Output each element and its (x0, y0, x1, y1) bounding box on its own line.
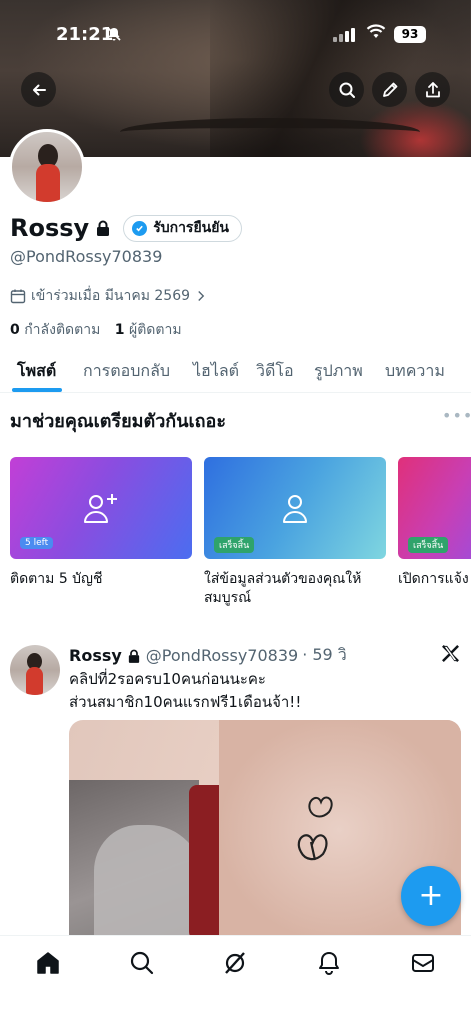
onboarding-title: มาช่วยคุณเตรียมตัวกันเถอะ (10, 411, 227, 432)
card-label-notifications: เปิดการแจ้ง (398, 571, 469, 587)
lock-icon (128, 649, 139, 663)
card-label-profile: ใส่ข้อมูลส่วนตัวของคุณให้สมบูรณ์ (204, 571, 362, 606)
nav-messages[interactable] (410, 950, 436, 976)
compose-plus-icon: + (418, 878, 444, 913)
lock-icon (97, 220, 110, 236)
onboarding-card-profile[interactable]: เสร็จสิ้น (204, 457, 386, 559)
share-button[interactable] (415, 72, 450, 107)
followers-link[interactable]: 1 ผู้ติดตาม (115, 322, 182, 338)
status-bar: 21:21 93 (0, 0, 471, 56)
battery-indicator: 93 (394, 26, 426, 43)
card-status-tag: 5 left (20, 537, 54, 549)
status-time: 21:21 (56, 24, 114, 45)
nav-grok[interactable] (222, 950, 248, 976)
nav-notifications[interactable] (316, 950, 342, 976)
profile-user-icon (283, 495, 307, 523)
search-button[interactable] (329, 72, 364, 107)
followers-label: ผู้ติดตาม (128, 322, 182, 338)
tweet-timestamp: · 59 วิ (302, 645, 347, 664)
x-logo-icon (442, 645, 459, 662)
following-count: 0 (10, 322, 20, 338)
active-tab-indicator (12, 388, 62, 392)
banner-image-detail (120, 118, 420, 146)
following-link[interactable]: 0 กำลังติดตาม (10, 322, 100, 338)
tab-articles[interactable]: บทความ (385, 359, 445, 384)
edit-button[interactable] (372, 72, 407, 107)
onboarding-card-follow[interactable]: 5 left (10, 457, 192, 559)
wifi-icon (366, 24, 386, 38)
nav-search[interactable] (129, 950, 155, 976)
tattoo-detail (297, 796, 333, 861)
pencil-icon (382, 82, 397, 97)
profile-tabs: โพสต์ การตอบกลับ ไฮไลต์ วิดีโอ รูปภาพ บท… (0, 355, 471, 393)
profile-avatar[interactable] (9, 129, 85, 205)
tab-highlights[interactable]: ไฮไลต์ (193, 359, 239, 384)
tweet-text-line: ส่วนสมาชิก10คนแรกฟรี1เดือนจ้า!! (69, 693, 302, 711)
joined-label: เข้าร่วมเมื่อ มีนาคม 2569 (31, 288, 191, 304)
bottom-navigation (0, 935, 471, 1024)
joined-date[interactable]: เข้าร่วมเมื่อ มีนาคม 2569 (10, 285, 207, 307)
get-verified-button[interactable]: รับการยืนยัน (123, 214, 242, 242)
share-upload-icon (425, 81, 440, 97)
tweet-text-line: คลิปที่2รอครบ10คนก่อนนะคะ (69, 670, 266, 688)
follow-stats: 0 กำลังติดตาม 1 ผู้ติดตาม (10, 319, 182, 341)
tweet-author-handle[interactable]: @PondRossy70839 (146, 646, 298, 665)
cellular-signal-icon (333, 27, 357, 46)
tweet-author-name[interactable]: Rossy (69, 646, 122, 665)
search-icon (339, 82, 355, 98)
grok-icon (225, 952, 245, 974)
profile-name-row: Rossy รับการยืนยัน (10, 214, 242, 242)
tab-posts[interactable]: โพสต์ (17, 359, 56, 384)
onboarding-card-notifications[interactable]: เสร็จสิ้น (398, 457, 471, 559)
card-status-tag: เสร็จสิ้น (408, 537, 449, 553)
arrow-left-icon (32, 84, 46, 95)
mail-icon (412, 954, 434, 972)
tab-videos[interactable]: วิดีโอ (256, 359, 294, 384)
card-label-follow: ติดตาม 5 บัญชี (10, 571, 103, 587)
home-icon (37, 952, 59, 974)
tweet-avatar[interactable] (10, 645, 60, 695)
profile-handle: @PondRossy70839 (10, 247, 163, 266)
tab-photos[interactable]: รูปภาพ (314, 359, 363, 384)
following-label: กำลังติดตาม (24, 322, 101, 338)
tab-replies[interactable]: การตอบกลับ (83, 359, 170, 384)
followers-count: 1 (114, 322, 125, 338)
get-verified-label: รับการยืนยัน (153, 220, 229, 236)
back-button[interactable] (21, 72, 56, 107)
profile-name: Rossy (10, 214, 90, 242)
compose-post-button[interactable]: + (401, 866, 461, 926)
tweet-text: คลิปที่2รอครบ10คนก่อนนะคะ ส่วนสมาชิก10คน… (69, 668, 464, 714)
bell-icon (319, 952, 339, 975)
search-icon (130, 951, 154, 975)
follow-user-icon (84, 494, 117, 523)
silent-bell-icon (107, 27, 121, 41)
nav-home[interactable] (35, 950, 61, 976)
chevron-right-icon (198, 291, 205, 301)
more-options-icon[interactable]: ••• (442, 406, 471, 425)
verified-badge-icon (132, 220, 148, 236)
card-status-tag: เสร็จสิ้น (214, 537, 255, 553)
calendar-icon (10, 289, 26, 304)
tweet-header: Rossy @PondRossy70839 · 59 วิ (69, 643, 347, 668)
